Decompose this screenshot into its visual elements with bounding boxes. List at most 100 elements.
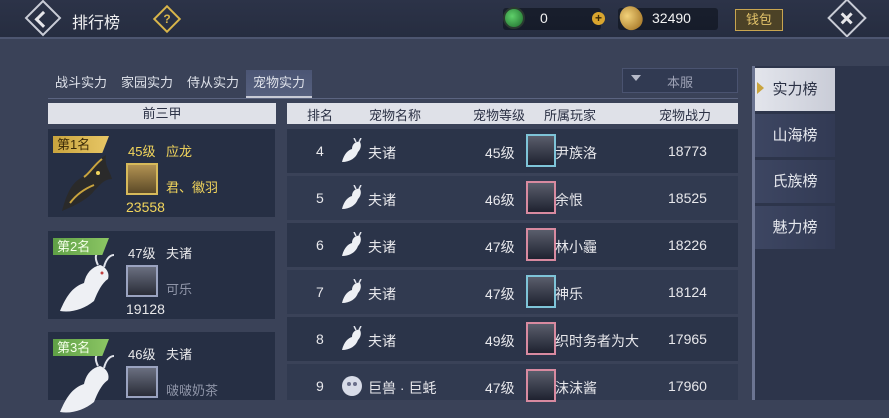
coin-currency-amount: 32490 <box>652 10 691 26</box>
pet-thumbnail-icon <box>342 376 362 396</box>
pet-power: 23558 <box>126 199 165 215</box>
sidebar-item-shanhai[interactable]: 山海榜 <box>755 114 835 157</box>
help-icon: ? <box>163 12 171 26</box>
pet-thumbnail-icon <box>342 232 362 256</box>
column-header-player: 所属玩家 <box>544 108 597 123</box>
player-avatar[interactable] <box>526 369 556 402</box>
chevron-left-icon <box>34 10 52 28</box>
pet-level: 46级 <box>128 347 156 362</box>
column-header-pet-level: 宠物等级 <box>473 108 526 123</box>
player-name: 君、徽羽 <box>166 180 219 195</box>
row-pet-name: 夫诸 <box>368 333 396 349</box>
row-pet-power: 18773 <box>668 143 707 159</box>
sidebar-scrollbar[interactable] <box>752 66 755 400</box>
player-avatar[interactable] <box>526 181 556 214</box>
table-row[interactable]: 7 夫诸 47级 神乐 18124 <box>287 270 738 314</box>
tab-underline <box>48 98 738 99</box>
server-filter-dropdown[interactable]: 本服 <box>622 68 738 93</box>
player-avatar[interactable] <box>526 228 556 261</box>
row-pet-power: 18525 <box>668 190 707 206</box>
row-player-name: 尹族洛 <box>555 145 597 161</box>
column-header-pet-name: 宠物名称 <box>369 108 422 123</box>
table-row[interactable]: 9 巨兽 · 巨蚝 47级 沫沫酱 17960 <box>287 364 738 402</box>
column-header-rank: 排名 <box>307 108 334 123</box>
pet-power: 19128 <box>126 301 165 317</box>
table-row[interactable]: 8 夫诸 49级 织时务者为大 17965 <box>287 317 738 361</box>
pet-level: 45级 <box>128 144 156 159</box>
player-avatar[interactable] <box>526 322 556 355</box>
player-avatar[interactable] <box>126 366 158 398</box>
pet-thumbnail-icon <box>342 185 362 209</box>
pet-thumbnail-icon <box>342 279 362 303</box>
row-pet-level: 47级 <box>485 239 515 255</box>
tab-combat-power[interactable]: 战斗实力 <box>48 70 114 98</box>
row-pet-name: 夫诸 <box>368 145 396 161</box>
sidebar-item-label: 魅力榜 <box>772 219 818 236</box>
wallet-button[interactable]: 钱包 <box>735 9 783 31</box>
player-avatar[interactable] <box>126 163 158 195</box>
player-name: 啵啵奶茶 <box>166 383 219 398</box>
row-pet-name: 夫诸 <box>368 239 396 255</box>
row-pet-name: 夫诸 <box>368 192 396 208</box>
tab-home-power[interactable]: 家园实力 <box>114 70 180 98</box>
pet-level: 47级 <box>128 246 156 261</box>
row-player-name: 余恨 <box>555 192 583 208</box>
sidebar-item-label: 山海榜 <box>772 127 818 144</box>
row-pet-level: 45级 <box>485 145 515 161</box>
rank-badge: 第2名 <box>53 238 109 255</box>
top3-card-1[interactable]: 第1名 45级 应龙 君、徽羽 23558 <box>48 129 275 217</box>
add-currency-button[interactable]: + <box>592 12 605 25</box>
row-player-name: 林小霾 <box>555 239 597 255</box>
player-name: 可乐 <box>166 282 193 297</box>
row-rank: 9 <box>316 378 324 394</box>
tab-pet-power[interactable]: 宠物实力 <box>246 70 313 98</box>
table-row[interactable]: 5 夫诸 46级 余恨 18525 <box>287 176 738 220</box>
player-avatar[interactable] <box>526 275 556 308</box>
top3-header: 前三甲 <box>48 103 276 124</box>
row-rank: 8 <box>316 331 324 347</box>
pet-name: 应龙 <box>166 144 193 159</box>
rank-badge: 第1名 <box>53 136 109 153</box>
sidebar-item-label: 氏族榜 <box>772 173 818 190</box>
jade-currency-icon <box>503 7 525 29</box>
row-player-name: 织时务者为大 <box>555 333 639 349</box>
row-rank: 4 <box>316 143 324 159</box>
pet-name: 夫诸 <box>166 246 193 261</box>
top3-card-3[interactable]: 第3名 46级 夫诸 啵啵奶茶 <box>48 332 275 413</box>
column-header-pet-power: 宠物战力 <box>659 108 712 123</box>
tab-attendant-power[interactable]: 侍从实力 <box>180 70 246 98</box>
chevron-down-icon <box>631 75 641 81</box>
selected-marker-icon <box>757 82 764 94</box>
row-rank: 6 <box>316 237 324 253</box>
ranking-category-sidebar: 实力榜 山海榜 氏族榜 魅力榜 <box>752 66 889 400</box>
row-pet-level: 47级 <box>485 380 515 396</box>
pet-thumbnail-icon <box>342 326 362 350</box>
sidebar-item-strength[interactable]: 实力榜 <box>755 68 835 111</box>
sidebar-item-label: 实力榜 <box>772 81 818 98</box>
row-rank: 5 <box>316 190 324 206</box>
sidebar-item-charm[interactable]: 魅力榜 <box>755 206 835 249</box>
white-deer-pet-image <box>60 352 115 413</box>
table-row[interactable]: 4 夫诸 45级 尹族洛 18773 <box>287 129 738 173</box>
top3-card-2[interactable]: 第2名 47级 夫诸 可乐 19128 <box>48 231 275 319</box>
row-player-name: 神乐 <box>555 286 583 302</box>
ranking-table-header: 排名 宠物名称 宠物等级 所属玩家 宠物战力 <box>287 103 738 124</box>
page-title: 排行榜 <box>72 15 121 32</box>
player-avatar[interactable] <box>126 265 158 297</box>
row-pet-name: 夫诸 <box>368 286 396 302</box>
header-divider <box>0 37 889 39</box>
rank-badge: 第3名 <box>53 339 109 356</box>
row-pet-power: 17960 <box>668 378 707 394</box>
server-filter-label: 本服 <box>667 75 694 90</box>
row-player-name: 沫沫酱 <box>555 380 597 396</box>
player-avatar[interactable] <box>526 134 556 167</box>
pet-thumbnail-icon <box>342 138 362 162</box>
jade-currency-amount: 0 <box>540 10 548 26</box>
sidebar-item-clan[interactable]: 氏族榜 <box>755 160 835 203</box>
row-pet-level: 47级 <box>485 286 515 302</box>
row-pet-level: 46级 <box>485 192 515 208</box>
table-row[interactable]: 6 夫诸 47级 林小霾 18226 <box>287 223 738 267</box>
row-pet-power: 18124 <box>668 284 707 300</box>
row-rank: 7 <box>316 284 324 300</box>
row-pet-name: 巨兽 · 巨蚝 <box>368 380 437 396</box>
